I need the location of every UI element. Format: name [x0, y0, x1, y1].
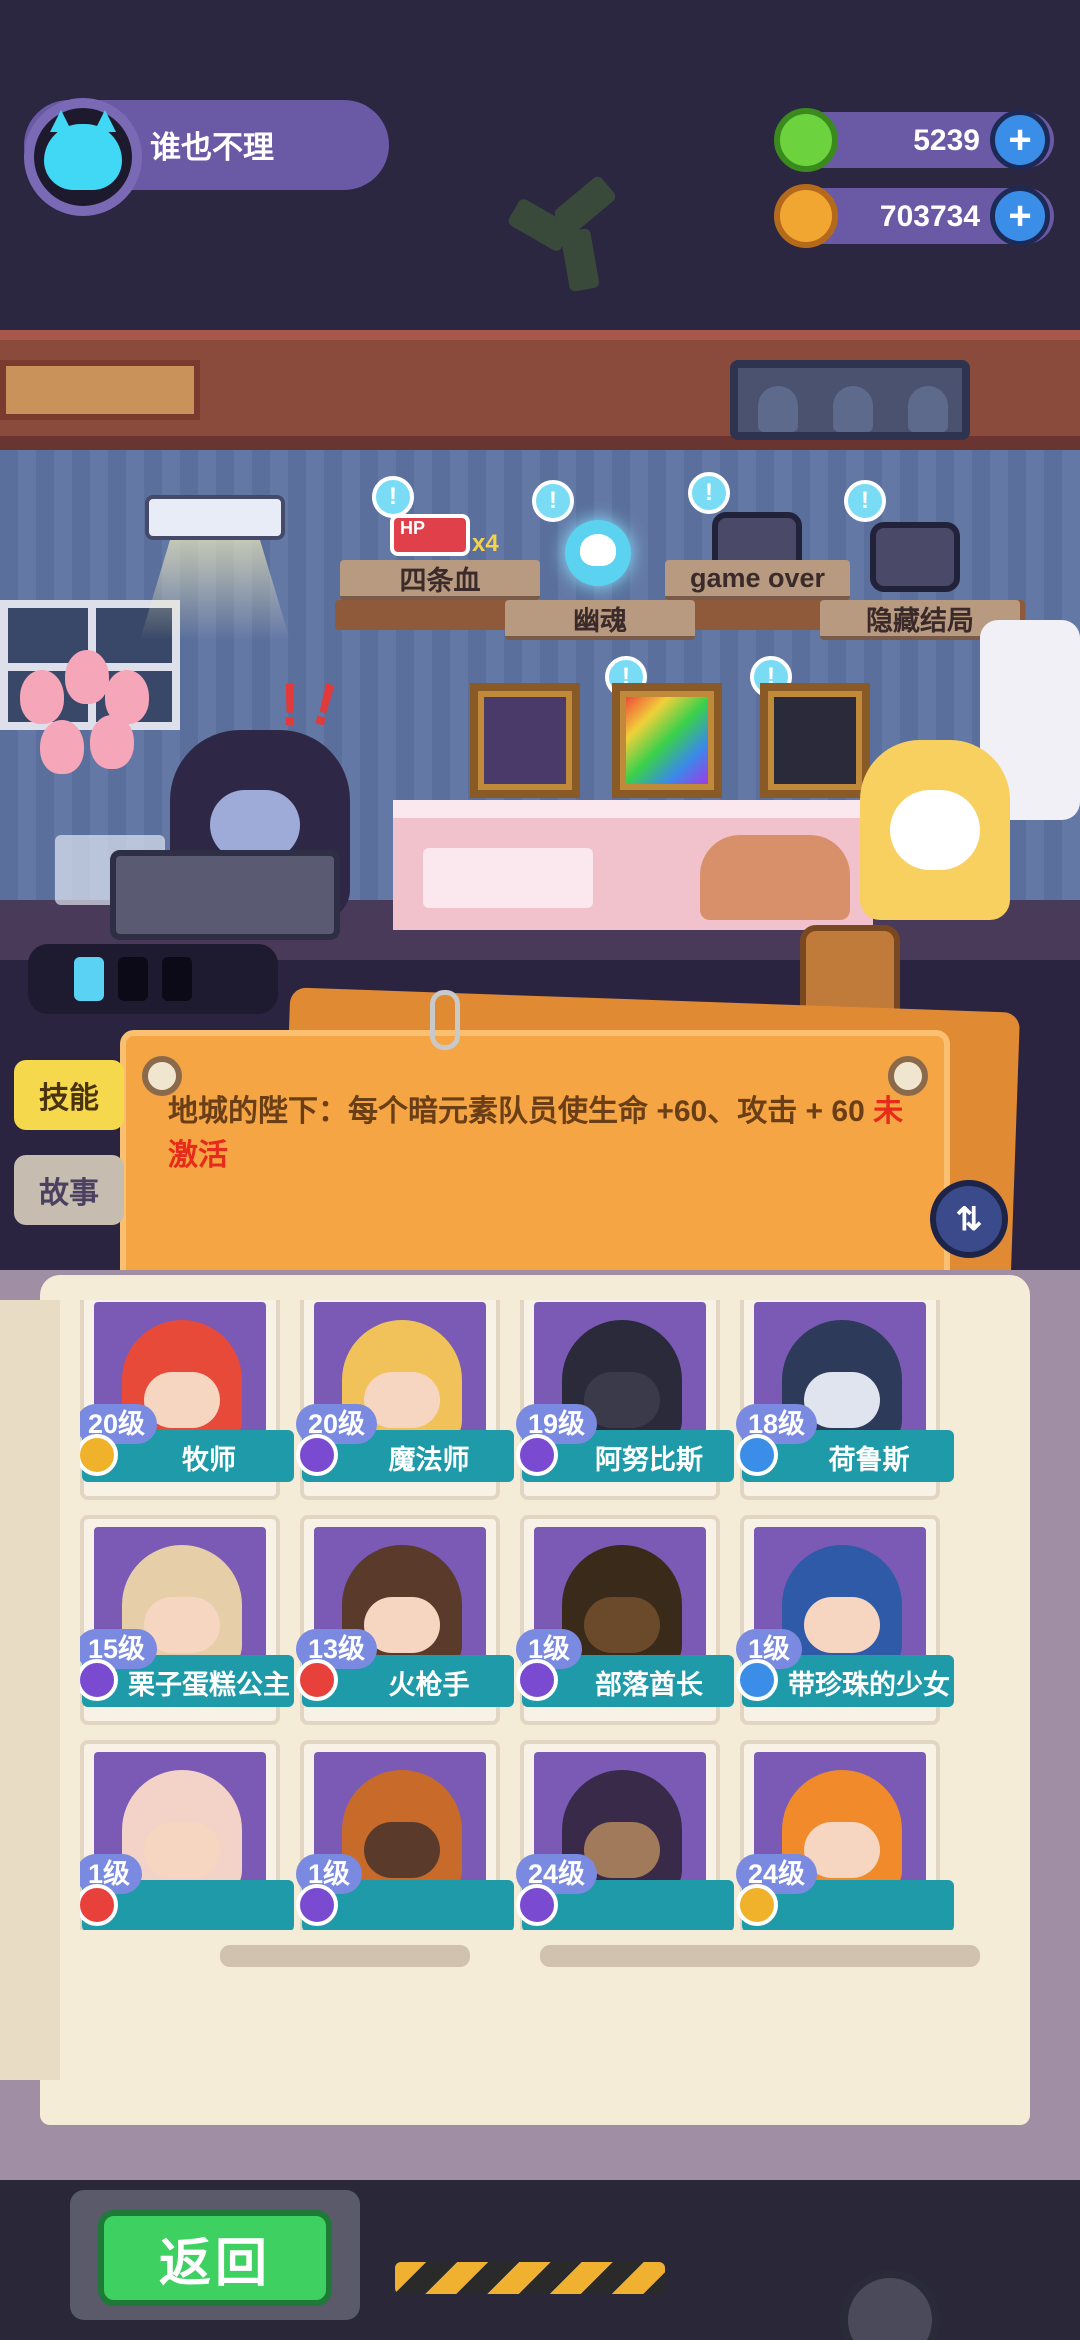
pie-decoration — [700, 835, 850, 920]
hero-name: 带珍珠的少女 — [788, 1670, 950, 1700]
hero-card[interactable]: 牧师 20级 — [80, 1300, 294, 1500]
hero-card[interactable]: 1级 — [80, 1740, 294, 1930]
player-name: 谁也不理 — [150, 130, 274, 165]
hero-card[interactable]: 24级 — [516, 1740, 734, 1930]
hero-card[interactable]: 火枪手 13级 — [296, 1515, 514, 1725]
hero-card[interactable]: 魔法师 20级 — [296, 1300, 514, 1500]
tab-story[interactable]: 故事 — [14, 1155, 124, 1225]
hero-name: 栗子蛋糕公主 — [128, 1670, 290, 1700]
skeleton-girl-character[interactable] — [860, 740, 1010, 920]
sign-game-over: game over — [665, 560, 850, 600]
skill-description: 地城的陛下：每个暗元素队员使生命 +60、攻击 + 60 未激活 — [168, 1095, 904, 1172]
red-element-icon — [296, 1659, 338, 1701]
purple-element-icon — [516, 1434, 558, 1476]
portrait-frame[interactable] — [612, 683, 722, 798]
blue-element-icon — [736, 1434, 778, 1476]
projector-decoration — [145, 495, 285, 540]
hero-name: 牧师 — [182, 1445, 236, 1475]
top-shelf — [0, 330, 1080, 450]
hero-card[interactable]: 1级 — [296, 1740, 514, 1930]
hero-name: 荷鲁斯 — [828, 1445, 910, 1475]
info-bubble-icon[interactable]: ! — [532, 480, 574, 522]
energy-bar — [28, 944, 278, 1014]
hero-card[interactable]: 部落酋长 1级 — [516, 1515, 734, 1725]
hero-card[interactable]: 荷鲁斯 18级 — [736, 1300, 954, 1500]
portrait-frame[interactable] — [760, 683, 870, 798]
green-gem-icon — [774, 108, 838, 172]
info-bubble-icon[interactable]: ! — [372, 476, 414, 518]
alert-icon: ! — [280, 671, 300, 738]
back-button[interactable]: 返回 — [98, 2210, 332, 2306]
gold-coin-icon — [774, 184, 838, 248]
add-coins-button[interactable]: + — [990, 186, 1050, 246]
purple-element-icon — [296, 1434, 338, 1476]
cat-avatar-icon — [44, 124, 122, 190]
swap-icon[interactable]: ⇅ — [930, 1180, 1008, 1258]
hp-item-count: x4 — [472, 530, 499, 557]
tab-skill[interactable]: 技能 — [14, 1060, 124, 1130]
windmill-fan-decoration — [506, 174, 618, 310]
hero-name: 魔法师 — [388, 1445, 470, 1475]
add-gems-button[interactable]: + — [990, 110, 1050, 170]
hero-card[interactable]: 阿努比斯 19级 — [516, 1300, 734, 1500]
sign-ghost: 幽魂 — [505, 600, 695, 640]
tv-hidden-ending-icon[interactable] — [870, 522, 960, 592]
blurred-text — [220, 1945, 470, 1967]
info-bubble-icon[interactable]: ! — [844, 480, 886, 522]
sewing-machine-decoration — [110, 850, 340, 940]
purple-element-icon — [296, 1884, 338, 1926]
hero-name: 阿努比斯 — [595, 1445, 703, 1475]
player-avatar[interactable] — [24, 98, 142, 216]
blue-element-icon — [736, 1659, 778, 1701]
purple-element-icon — [516, 1884, 558, 1926]
vent-decoration — [0, 360, 200, 420]
portrait-frame[interactable] — [470, 683, 580, 798]
hero-grid: 牧师 20级 魔法师 20级 阿努比斯 19级 荷鲁斯 18级 栗子蛋糕公主 1… — [80, 1300, 980, 1930]
energy-bolt-icon — [74, 957, 104, 1001]
hero-card[interactable]: 24级 — [736, 1740, 954, 1930]
blurred-text — [540, 1945, 980, 1967]
ghost-display-box — [730, 360, 970, 440]
sign-four-hp: 四条血 — [340, 560, 540, 600]
hero-name: 火枪手 — [388, 1670, 470, 1700]
hp-potion-icon[interactable]: HP — [390, 514, 470, 556]
gold-element-icon — [736, 1884, 778, 1926]
paper-clip-icon — [430, 990, 460, 1050]
hero-card[interactable]: 带珍珠的少女 1级 — [736, 1515, 954, 1725]
ghost-skull-icon[interactable] — [565, 520, 631, 586]
book-edge — [0, 1300, 60, 2080]
info-bubble-icon[interactable]: ! — [688, 472, 730, 514]
hero-card[interactable]: 栗子蛋糕公主 15级 — [80, 1515, 294, 1725]
hero-name: 部落酋长 — [595, 1670, 703, 1700]
purple-element-icon — [516, 1659, 558, 1701]
hazard-stripe — [395, 2262, 665, 2294]
